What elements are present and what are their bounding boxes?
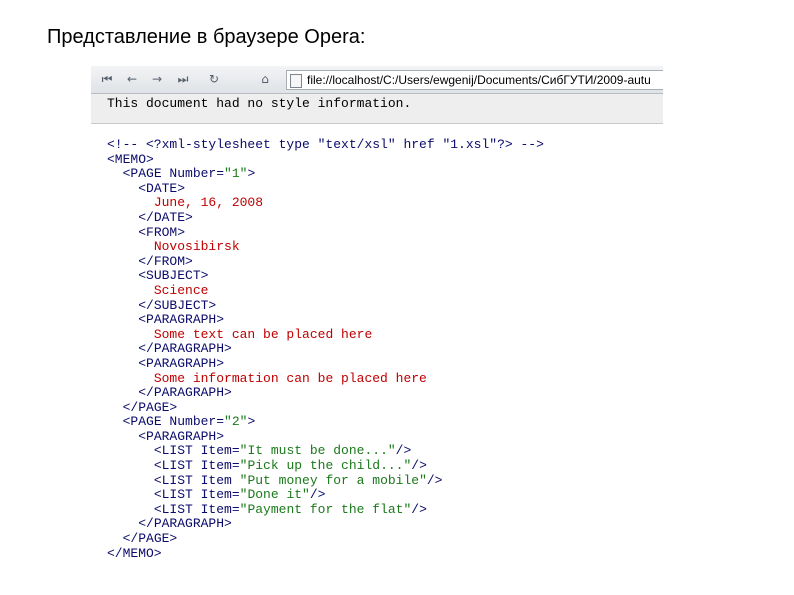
xml-attribute-value: "It must be done..." [239, 443, 396, 459]
xml-line: <LIST Item="Pick up the child..."/> [107, 458, 544, 474]
browser-toolbar: ⏮ ← → ⏭ ↻ ⌂ file://localhost/C:/Users/ew… [91, 66, 663, 94]
xml-line: <PARAGRAPH> [107, 428, 544, 445]
xml-tag: <PARAGRAPH> [138, 355, 225, 371]
xml-line: <SUBJECT> [107, 269, 544, 284]
style-notice-text: This document had no style information. [107, 96, 412, 111]
xml-line: </DATE> [107, 209, 544, 226]
xml-line: </PARAGRAPH> [107, 342, 544, 357]
xml-line: </PARAGRAPH> [107, 517, 544, 532]
browser-screenshot: ⏮ ← → ⏭ ↻ ⌂ file://localhost/C:/Users/ew… [91, 66, 663, 569]
xml-tag: </PARAGRAPH> [138, 516, 232, 532]
page-icon [290, 74, 302, 88]
xml-text-content: Some information can be placed here [153, 370, 427, 386]
xml-line: </PARAGRAPH> [107, 385, 544, 401]
xml-tag: <SUBJECT> [138, 268, 209, 284]
style-notice-bar: This document had no style information. [91, 94, 663, 124]
xml-line: Science [107, 282, 544, 299]
xml-tag: <LIST Item= [153, 458, 240, 474]
xml-attribute-value: "Payment for the flat" [239, 501, 412, 517]
xml-tag: /> [395, 443, 412, 459]
xml-line: Novosibirsk [107, 239, 544, 255]
xml-text-content: Novosibirsk [153, 239, 240, 255]
xml-tag: <PAGE Number= [122, 166, 225, 182]
xml-tag: </PARAGRAPH> [138, 385, 232, 401]
xml-tag: /> [426, 472, 443, 488]
xml-tag: </SUBJECT> [138, 297, 217, 313]
xml-tag: <LIST Item= [153, 443, 240, 459]
back-icon[interactable]: ← [124, 71, 140, 87]
page-title: Представление в браузере Opera: [47, 26, 366, 48]
first-page-icon[interactable]: ⏮ [99, 71, 115, 87]
xml-tag: <LIST Item= [153, 487, 240, 503]
xml-tag: > [247, 414, 256, 430]
xml-line: Some information can be placed here [107, 370, 544, 387]
xml-line: <PAGE Number="2"> [107, 414, 544, 430]
xml-text-content: Science [153, 282, 209, 298]
xml-text-content: June, 16, 2008 [153, 195, 264, 211]
xml-line: </MEMO> [107, 545, 544, 562]
xml-line: <LIST Item="Done it"/> [107, 487, 544, 503]
xml-tag: </PAGE> [122, 399, 178, 415]
xml-attribute-value: "2" [224, 414, 248, 430]
xml-line: June, 16, 2008 [107, 196, 544, 211]
xml-line: <FROM> [107, 224, 544, 241]
xml-attribute-value: "1" [224, 166, 248, 182]
xml-tag: </MEMO> [107, 545, 162, 561]
xml-tag: <DATE> [138, 180, 186, 196]
xml-tag: > [247, 166, 256, 182]
xml-tag: /> [411, 501, 427, 517]
xml-tag: <LIST Item= [153, 501, 240, 517]
xml-line: <LIST Item "Put money for a mobile"/> [107, 472, 544, 489]
xml-line: <LIST Item="Payment for the flat"/> [107, 501, 544, 518]
xml-tag: </PAGE> [122, 531, 178, 547]
xml-tag: </FROM> [138, 253, 193, 269]
xml-line: <MEMO> [107, 151, 544, 168]
address-url: file://localhost/C:/Users/ewgenij/Docume… [307, 73, 651, 87]
xml-line: <PARAGRAPH> [107, 355, 544, 372]
xml-tag: /> [411, 458, 427, 474]
xml-line: </FROM> [107, 253, 544, 270]
forward-icon[interactable]: → [149, 71, 165, 87]
xml-tag: <!-- <?xml-stylesheet type "text/xsl" hr… [107, 137, 544, 152]
xml-tag: <FROM> [138, 224, 186, 240]
xml-line: <!-- <?xml-stylesheet type "text/xsl" hr… [107, 137, 544, 153]
xml-tag: <PAGE Number= [122, 414, 225, 430]
xml-tag: </DATE> [138, 209, 193, 225]
address-bar[interactable]: file://localhost/C:/Users/ewgenij/Docume… [286, 70, 663, 90]
xml-tag: /> [309, 487, 326, 503]
xml-line: <PAGE Number="1"> [107, 166, 544, 182]
xml-tag: <PARAGRAPH> [138, 428, 225, 444]
xml-line: <DATE> [107, 180, 544, 197]
home-icon[interactable]: ⌂ [257, 71, 273, 87]
xml-attribute-value: "Put money for a mobile" [239, 472, 427, 488]
xml-tag: <LIST Item [153, 472, 240, 488]
xml-line: </PAGE> [107, 531, 544, 547]
reload-icon[interactable]: ↻ [206, 71, 222, 87]
xml-line: </PAGE> [107, 399, 544, 416]
xml-tag: <MEMO> [107, 151, 154, 167]
xml-attribute-value: "Done it" [239, 487, 310, 503]
xml-tag: </PARAGRAPH> [138, 341, 232, 357]
xml-line: <PARAGRAPH> [107, 312, 544, 328]
xml-tag: <PARAGRAPH> [138, 312, 225, 328]
xml-source-view: <!-- <?xml-stylesheet type "text/xsl" hr… [107, 137, 544, 562]
last-page-icon[interactable]: ⏭ [175, 71, 191, 87]
xml-attribute-value: "Pick up the child..." [239, 458, 412, 474]
xml-text-content: Some text can be placed here [153, 326, 373, 342]
xml-line: Some text can be placed here [107, 326, 544, 343]
xml-line: <LIST Item="It must be done..."/> [107, 444, 544, 459]
xml-line: </SUBJECT> [107, 297, 544, 314]
